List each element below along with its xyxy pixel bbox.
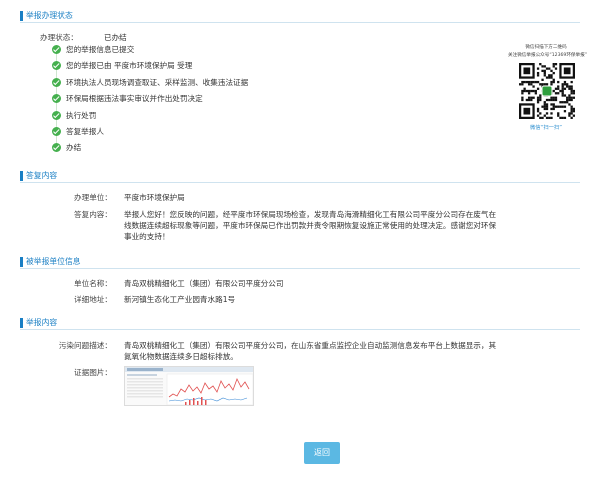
section-header-status: 举报办理状态 xyxy=(20,9,580,23)
section-header-report-content: 举报内容 xyxy=(20,316,580,330)
address-value: 新河镇生态化工产业园青水路1号 xyxy=(124,295,236,304)
qr-code-icon xyxy=(519,63,576,120)
status-label: 办理状态： xyxy=(40,33,78,42)
section-accent-bar xyxy=(20,318,23,328)
qr-footer: 微信“扫一扫” xyxy=(530,125,562,131)
section-accent-bar xyxy=(20,257,23,267)
desc-line: 青岛双桃精细化工（集团）有限公司平度分公司，在山东省重点监控企业自动监测信息发布… xyxy=(124,341,497,350)
section-accent-bar xyxy=(20,11,23,21)
check-circle-icon xyxy=(52,45,61,54)
section-accent-bar xyxy=(20,171,23,181)
section-title: 答复内容 xyxy=(26,171,58,180)
unit-name-label: 单位名称： xyxy=(74,279,112,288)
reply-content-label: 答复内容： xyxy=(74,210,112,219)
section-header-reported-unit: 被举报单位信息 xyxy=(20,255,580,269)
unit-name-value: 青岛双桃精细化工（集团）有限公司平度分公司 xyxy=(124,279,284,288)
timeline-step-label: 执行处罚 xyxy=(66,111,97,120)
section-title: 举报内容 xyxy=(26,318,58,327)
back-button[interactable]: 返回 xyxy=(304,442,340,464)
reply-line: 举报人您好！您反映的问题，经平度市环保局现场检查，发现青岛海滑精细化工有限公司平… xyxy=(124,210,497,219)
section-header-reply: 答复内容 xyxy=(20,169,580,183)
desc-line: 氮氧化物数据连续多日超标排放。 xyxy=(124,352,238,361)
evidence-image-thumbnail[interactable] xyxy=(124,366,254,406)
check-circle-icon xyxy=(52,78,61,87)
qr-caption: 微信扫描下方二维码 xyxy=(525,45,567,50)
evidence-label[interactable]: 证据图片： xyxy=(74,367,112,378)
qr-caption-sub: 关注微信举报公众号“12369环保举报” xyxy=(508,53,588,58)
status-value: 已办结 xyxy=(104,33,127,42)
pollution-desc-label: 污染问题描述： xyxy=(58,341,112,350)
check-circle-icon xyxy=(52,94,61,103)
timeline-step-label: 答复举报人 xyxy=(66,127,104,136)
timeline-step-label: 您的举报已由 平度市环境保护局 受理 xyxy=(66,61,193,70)
pollution-desc: 青岛双桃精细化工（集团）有限公司平度分公司，在山东省重点监控企业自动监测信息发布… xyxy=(124,340,572,362)
check-circle-icon xyxy=(52,127,61,136)
timeline-step-label: 您的举报信息已提交 xyxy=(66,45,135,54)
timeline-step-label: 环境执法人员现场调查取证、采样监测、收集违法证据 xyxy=(66,78,249,87)
section-title: 举报办理状态 xyxy=(26,11,73,20)
reply-line: 事业的支持！ xyxy=(124,232,170,241)
check-circle-icon xyxy=(52,143,61,152)
check-circle-icon xyxy=(52,61,61,70)
timeline-step-label: 环保局根据违法事实审议并作出处罚决定 xyxy=(66,94,203,103)
handling-unit-label: 办理单位： xyxy=(74,193,112,202)
reply-line: 线数据连续超标现象等问题，平度市环保局已作出罚款并责令限期恢复设施正常使用的处理… xyxy=(124,221,497,230)
check-circle-icon xyxy=(52,111,61,120)
handling-unit-value: 平度市环境保护局 xyxy=(124,193,185,202)
timeline-step-label: 办结 xyxy=(66,143,82,152)
address-label: 详细地址： xyxy=(74,295,112,304)
section-title: 被举报单位信息 xyxy=(26,257,81,266)
reply-content: 举报人您好！您反映的问题，经平度市环保局现场检查，发现青岛海滑精细化工有限公司平… xyxy=(124,209,572,242)
